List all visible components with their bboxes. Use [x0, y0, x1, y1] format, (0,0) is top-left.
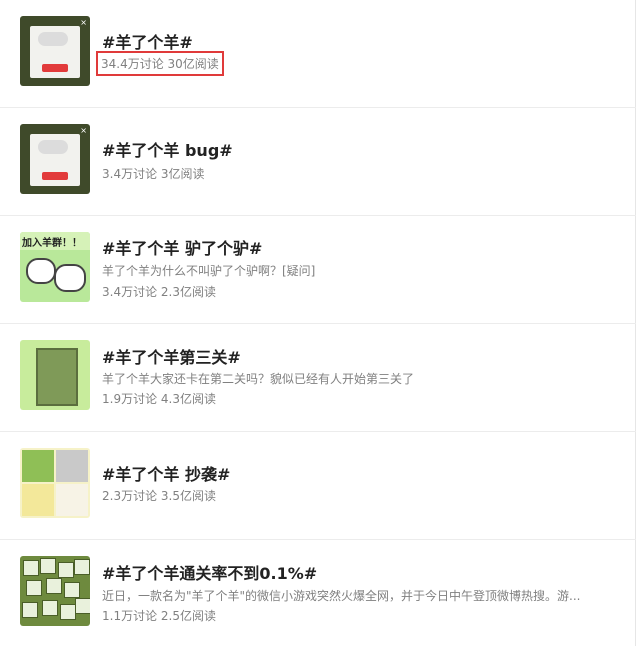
topic-title[interactable]: #羊了个羊 驴了个驴#: [102, 235, 262, 259]
topic-title[interactable]: #羊了个羊 bug#: [102, 137, 233, 161]
topic-stats: 2.3万讨论 3.5亿阅读: [102, 489, 216, 503]
topic-stats-highlighted: 34.4万讨论 30亿阅读: [96, 51, 224, 76]
topic-title[interactable]: #羊了个羊#: [102, 29, 193, 53]
topic-desc: 近日，一款名为"羊了个羊"的微信小游戏突然火爆全网，并于今日中午登顶微博热搜。游…: [102, 589, 581, 603]
topic-item-3[interactable]: 加入羊群！！ #羊了个羊 驴了个驴# 羊了个羊为什么不叫驴了个驴啊？[疑问] 3…: [0, 216, 636, 324]
topic-list: × #羊了个羊# 34.4万讨论 30亿阅读 × #羊了个羊 bug# 3.4万…: [0, 0, 636, 646]
game-comparison-icon[interactable]: [20, 448, 90, 518]
thumb-caption: 加入羊群！！: [22, 238, 82, 249]
sheep-cartoon-icon[interactable]: 加入羊群！！: [20, 232, 90, 302]
topic-desc: 羊了个羊大家还卡在第二关吗？貌似已经有人开始第三关了: [102, 372, 415, 386]
sheep-game-card-icon[interactable]: ×: [20, 124, 90, 194]
topic-title[interactable]: #羊了个羊第三关#: [102, 344, 241, 368]
topic-item-4[interactable]: #羊了个羊第三关# 羊了个羊大家还卡在第二关吗？貌似已经有人开始第三关了 1.9…: [0, 324, 636, 432]
topic-item-5[interactable]: #羊了个羊 抄袭# 2.3万讨论 3.5亿阅读: [0, 432, 636, 540]
topic-item-6[interactable]: #羊了个羊通关率不到0.1%# 近日，一款名为"羊了个羊"的微信小游戏突然火爆全…: [0, 540, 636, 648]
topic-item-1[interactable]: × #羊了个羊# 34.4万讨论 30亿阅读: [0, 0, 636, 108]
topic-stats: 1.9万讨论 4.3亿阅读: [102, 392, 216, 406]
sheep-game-card-icon[interactable]: ×: [20, 16, 90, 86]
topic-desc: 羊了个羊为什么不叫驴了个驴啊？[疑问]: [102, 264, 316, 278]
topic-stats: 3.4万讨论 3亿阅读: [102, 167, 205, 181]
topic-item-2[interactable]: × #羊了个羊 bug# 3.4万讨论 3亿阅读: [0, 108, 636, 216]
topic-stats: 1.1万讨论 2.5亿阅读: [102, 609, 216, 623]
game-board-icon[interactable]: [20, 340, 90, 410]
topic-title[interactable]: #羊了个羊通关率不到0.1%#: [102, 560, 317, 584]
topic-title[interactable]: #羊了个羊 抄袭#: [102, 461, 230, 485]
tile-grid-icon[interactable]: [20, 556, 90, 626]
topic-stats: 3.4万讨论 2.3亿阅读: [102, 285, 216, 299]
